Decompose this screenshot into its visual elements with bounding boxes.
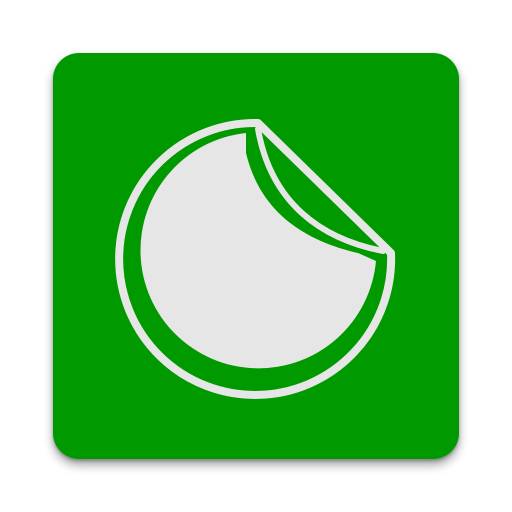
- app-icon-canvas: [0, 0, 512, 512]
- sticker-body: [140, 133, 376, 369]
- app-icon-tile[interactable]: [53, 53, 459, 459]
- sticker-peel-icon: [115, 118, 396, 399]
